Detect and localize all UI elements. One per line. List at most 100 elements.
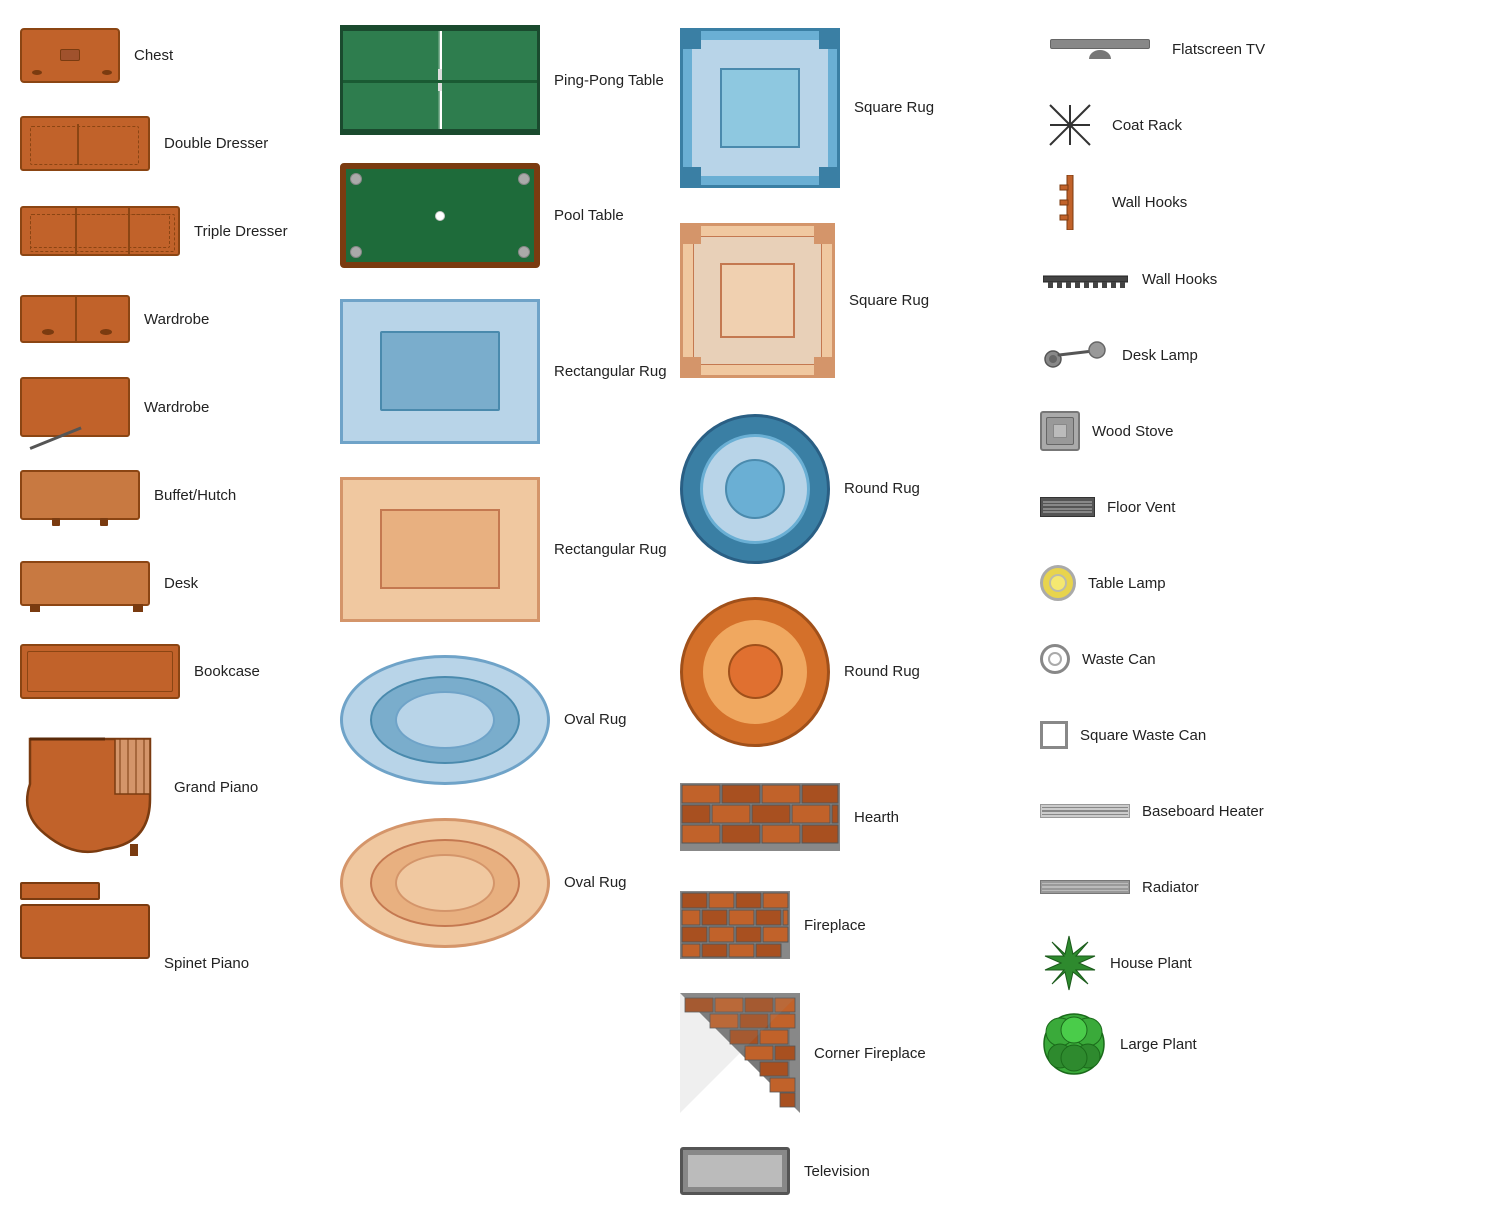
hearth-svg (680, 783, 840, 851)
desk-lamp-svg (1043, 341, 1108, 369)
list-item: Waste Can (1040, 630, 1360, 688)
item-label: Large Plant (1120, 1036, 1197, 1053)
television-icon (680, 1147, 790, 1195)
item-label: Bookcase (194, 663, 260, 680)
fireplace-svg (680, 891, 790, 959)
list-item: Corner Fireplace (680, 988, 1020, 1118)
item-label: Radiator (1142, 879, 1199, 896)
item-label: Table Lamp (1088, 575, 1166, 592)
list-item: Oval Rug (340, 810, 660, 955)
item-label: House Plant (1110, 955, 1192, 972)
corner-fireplace-svg (680, 993, 800, 1113)
buffet-icon (20, 470, 140, 520)
item-label: Pool Table (554, 207, 624, 224)
wardrobe1-icon (20, 295, 130, 343)
table-lamp-icon (1040, 565, 1076, 601)
round-rug-orange-icon (680, 597, 830, 747)
square-waste-can-icon (1040, 721, 1068, 749)
list-item: Radiator (1040, 858, 1360, 916)
list-item: Grand Piano (20, 724, 320, 864)
wood-stove-icon (1040, 411, 1080, 451)
list-item: Square Waste Can (1040, 706, 1360, 764)
waste-can-icon (1040, 644, 1070, 674)
item-label: Rectangular Rug (554, 541, 667, 558)
list-item: Flatscreen TV (1040, 20, 1360, 78)
fireplace-icon (680, 891, 790, 959)
item-label: Ping-Pong Table (554, 72, 664, 89)
list-item: Spinet Piano (20, 882, 320, 977)
item-label: Grand Piano (174, 779, 258, 796)
house-plant-svg (1040, 934, 1098, 992)
item-label: Square Waste Can (1080, 727, 1206, 744)
list-item: Large Plant (1040, 1010, 1360, 1078)
item-label: Desk Lamp (1122, 347, 1198, 364)
list-item: Coat Rack (1040, 96, 1360, 154)
item-label: Fireplace (804, 917, 866, 934)
list-item: Oval Rug (340, 647, 660, 792)
item-label: Waste Can (1082, 651, 1156, 668)
coat-rack-svg (1045, 100, 1095, 150)
list-item: Rectangular Rug (340, 291, 660, 451)
item-label: Spinet Piano (164, 955, 249, 972)
corner-fireplace-icon (680, 993, 800, 1113)
item-label: Desk (164, 575, 198, 592)
item-label: Baseboard Heater (1142, 803, 1264, 820)
double-dresser-icon (20, 116, 150, 171)
house-plant-icon (1040, 934, 1098, 992)
item-label: Coat Rack (1112, 117, 1182, 134)
list-item: Wardrobe (20, 372, 320, 442)
grand-piano-svg (20, 729, 160, 859)
list-item: Wood Stove (1040, 402, 1360, 460)
item-label: Square Rug (854, 99, 934, 116)
list-item: Triple Dresser (20, 196, 320, 266)
list-item: Floor Vent (1040, 478, 1360, 536)
col-accessories: Flatscreen TV Coat Rack (1030, 20, 1370, 1206)
col-bedroom: Chest Double Dresser Triple Dresser Wa (10, 20, 330, 1206)
col-tables-rugs: Ping-Pong Table Pool Table Rectangul (330, 20, 670, 1206)
list-item: Rectangular Rug (340, 469, 660, 629)
ping-pong-icon (340, 25, 540, 135)
bookcase-icon (20, 644, 180, 699)
square-rug-peach-icon (680, 223, 835, 378)
item-label: Wardrobe (144, 311, 209, 328)
item-label: Rectangular Rug (554, 363, 667, 380)
item-label: Round Rug (844, 480, 920, 497)
wall-hooks2-svg (1043, 268, 1128, 290)
list-item: Double Dresser (20, 108, 320, 178)
list-item: Square Rug (680, 213, 1020, 388)
item-label: Oval Rug (564, 711, 627, 728)
main-layout: Chest Double Dresser Triple Dresser Wa (0, 0, 1500, 1226)
item-label: Triple Dresser (194, 223, 288, 240)
wardrobe2-icon (20, 377, 130, 437)
list-item: Desk Lamp (1040, 326, 1360, 384)
triple-dresser-icon (20, 206, 180, 256)
item-label: Floor Vent (1107, 499, 1175, 516)
list-item: Desk (20, 548, 320, 618)
list-item: Baseboard Heater (1040, 782, 1360, 840)
item-label: Buffet/Hutch (154, 487, 236, 504)
baseboard-heater-icon (1040, 804, 1130, 818)
large-plant-svg (1040, 1010, 1108, 1078)
pool-table-icon (340, 163, 540, 268)
item-label: Square Rug (849, 292, 929, 309)
desk-icon (20, 561, 150, 606)
item-label: Wall Hooks (1142, 271, 1217, 288)
list-item: Round Rug (680, 589, 1020, 754)
large-plant-icon (1040, 1010, 1108, 1078)
item-label: Wall Hooks (1112, 194, 1187, 211)
list-item: Round Rug (680, 406, 1020, 571)
wall-hooks1-svg (1055, 175, 1085, 230)
item-label: Corner Fireplace (814, 1045, 926, 1062)
grand-piano-icon (20, 729, 160, 859)
rect-rug-blue-icon (340, 299, 540, 444)
wall-hooks1-icon (1040, 172, 1100, 232)
list-item: Television (680, 1136, 1020, 1206)
list-item: Pool Table (340, 158, 660, 273)
flatscreen-tv-icon (1040, 39, 1160, 59)
item-label: Round Rug (844, 663, 920, 680)
square-rug-blue-icon (680, 28, 840, 188)
item-label: Television (804, 1163, 870, 1180)
list-item: Wall Hooks (1040, 172, 1360, 232)
rect-rug-peach-icon (340, 477, 540, 622)
list-item: Chest (20, 20, 320, 90)
